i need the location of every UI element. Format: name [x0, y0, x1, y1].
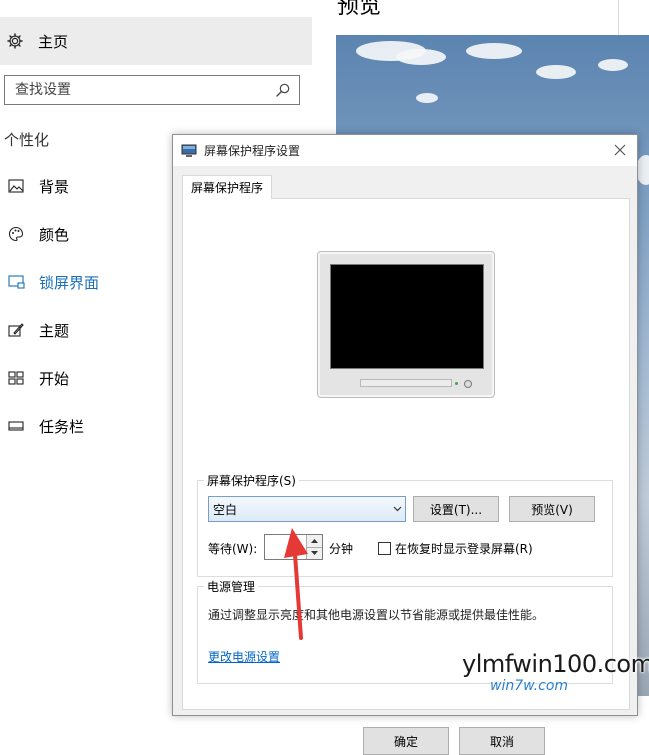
tab-panel: 屏幕保护程序(S) 空白 设置(T)... 预览(V) 等待(W): 6	[182, 198, 630, 755]
nav-label: 主题	[39, 321, 70, 340]
watermark-logo: ylmfwin100.com win7w.com	[462, 650, 649, 696]
start-icon	[7, 370, 25, 386]
watermark-subtext: win7w.com	[490, 678, 569, 694]
resume-login-checkbox[interactable]: 在恢复时显示登录屏幕(R)	[378, 540, 533, 557]
nav-label: 锁屏界面	[39, 273, 100, 292]
close-icon[interactable]	[611, 141, 629, 159]
monitor-slot	[360, 379, 452, 387]
power-button-icon	[464, 380, 472, 388]
home-nav-item[interactable]: 主页	[0, 17, 312, 65]
change-power-settings-link[interactable]: 更改电源设置	[208, 648, 280, 665]
nav-item-background[interactable]: 背景	[0, 171, 170, 201]
checkbox-box[interactable]	[378, 542, 391, 555]
home-label: 主页	[38, 32, 69, 51]
red-arrow-annotation	[284, 528, 308, 640]
screensaver-group-label: 屏幕保护程序(S)	[204, 472, 299, 489]
palette-icon	[7, 226, 25, 242]
preview-button[interactable]: 预览(V)	[509, 496, 595, 522]
search-icon[interactable]	[275, 82, 291, 98]
chevron-down-icon	[389, 506, 405, 512]
minutes-label: 分钟	[329, 542, 354, 556]
nav-item-start[interactable]: 开始	[0, 363, 170, 393]
nav-item-lock-screen[interactable]: 锁屏界面	[0, 267, 170, 297]
nav-item-colors[interactable]: 颜色	[0, 219, 170, 249]
power-indicator	[455, 382, 458, 385]
search-input[interactable]	[5, 81, 275, 99]
dialog-titlebar[interactable]: 屏幕保护程序设置	[173, 135, 637, 166]
power-group-label: 电源管理	[204, 578, 259, 595]
resume-checkbox-label: 在恢复时显示登录屏幕(R)	[395, 542, 533, 556]
nav-label: 颜色	[39, 225, 70, 244]
taskbar-icon	[7, 418, 25, 434]
screensaver-group: 屏幕保护程序(S) 空白 设置(T)... 预览(V) 等待(W): 6	[197, 472, 613, 577]
watermark-text: ylmfwin100.com	[462, 650, 649, 678]
nav-label: 开始	[39, 369, 70, 388]
nav-label: 背景	[39, 177, 70, 196]
search-box[interactable]	[4, 75, 300, 105]
wait-label: 等待(W):	[208, 542, 258, 556]
divider	[618, 0, 619, 36]
dialog-body: 屏幕保护程序 屏幕保护程序(S) 空白 设置(T)... 预览(V) 等待(W)…	[173, 166, 637, 755]
settings-button[interactable]: 设置(T)...	[413, 496, 499, 522]
tab-screensaver[interactable]: 屏幕保护程序	[182, 175, 273, 199]
theme-icon	[7, 322, 25, 338]
screensaver-settings-dialog: 屏幕保护程序设置 屏幕保护程序 屏幕保护程序(S) 空白 设置(T)... 预览…	[172, 134, 638, 755]
screensaver-select[interactable]: 空白	[208, 496, 406, 522]
preview-screen	[330, 264, 484, 369]
nav-label: 任务栏	[39, 417, 85, 436]
preview-title: 预览	[337, 0, 382, 19]
monitor-icon	[181, 144, 197, 158]
image-icon	[7, 178, 25, 194]
nav-item-taskbar[interactable]: 任务栏	[0, 411, 170, 441]
screensaver-preview-monitor	[317, 251, 495, 398]
ok-button[interactable]: 确定	[363, 727, 449, 755]
screensaver-selected: 空白	[213, 502, 238, 517]
gear-icon	[7, 33, 23, 49]
lock-screen-icon	[7, 274, 25, 290]
power-description: 通过调整显示亮度和其他电源设置以节省能源或提供最佳性能。	[208, 608, 545, 622]
dialog-title: 屏幕保护程序设置	[204, 144, 301, 158]
cancel-button[interactable]: 取消	[459, 727, 545, 755]
section-title: 个性化	[4, 131, 50, 149]
nav-item-themes[interactable]: 主题	[0, 315, 170, 345]
